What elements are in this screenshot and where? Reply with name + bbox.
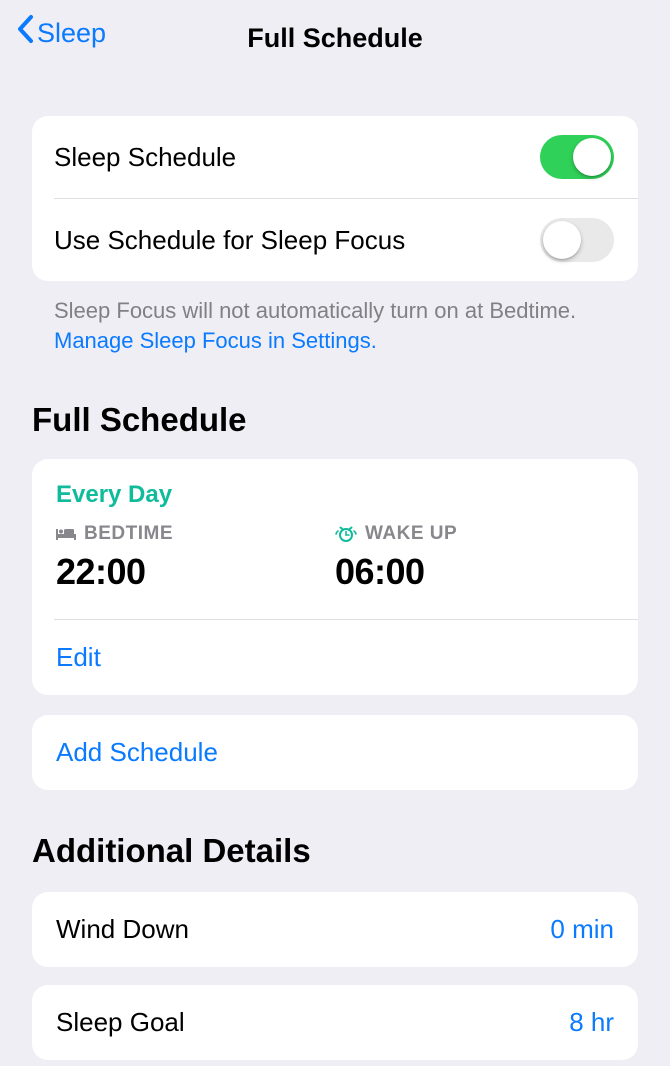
wakeup-header: WAKE UP bbox=[335, 523, 614, 545]
sleep-goal-card: Sleep Goal 8 hr bbox=[32, 985, 638, 1060]
footer-description: Sleep Focus will not automatically turn … bbox=[32, 281, 638, 355]
navigation-bar: Sleep Full Schedule bbox=[0, 0, 670, 62]
schedule-times: BEDTIME 22:00 bbox=[56, 523, 614, 593]
sleep-schedule-label: Sleep Schedule bbox=[54, 142, 236, 173]
schedule-card: Every Day BEDTIME bbox=[32, 459, 638, 695]
bedtime-label: BEDTIME bbox=[84, 523, 173, 545]
back-button[interactable]: Sleep bbox=[16, 16, 106, 50]
wind-down-row[interactable]: Wind Down 0 min bbox=[32, 892, 638, 967]
sleep-goal-value: 8 hr bbox=[569, 1007, 614, 1038]
back-label: Sleep bbox=[37, 18, 106, 49]
wind-down-value: 0 min bbox=[550, 914, 614, 945]
sleep-focus-row: Use Schedule for Sleep Focus bbox=[32, 199, 638, 281]
add-schedule-button[interactable]: Add Schedule bbox=[32, 715, 638, 790]
wakeup-label: WAKE UP bbox=[365, 523, 457, 545]
toggle-knob bbox=[543, 221, 581, 259]
wind-down-label: Wind Down bbox=[56, 914, 189, 945]
bed-icon bbox=[56, 527, 76, 541]
sleep-goal-label: Sleep Goal bbox=[56, 1007, 185, 1038]
settings-card: Sleep Schedule Use Schedule for Sleep Fo… bbox=[32, 116, 638, 281]
sleep-focus-label: Use Schedule for Sleep Focus bbox=[54, 225, 405, 256]
bedtime-value: 22:00 bbox=[56, 551, 335, 593]
wind-down-card: Wind Down 0 min bbox=[32, 892, 638, 967]
full-schedule-header: Full Schedule bbox=[32, 401, 638, 447]
add-schedule-card: Add Schedule bbox=[32, 715, 638, 790]
sleep-goal-row[interactable]: Sleep Goal 8 hr bbox=[32, 985, 638, 1060]
additional-details-header: Additional Details bbox=[32, 832, 638, 878]
footer-text: Sleep Focus will not automatically turn … bbox=[54, 298, 576, 323]
page-title: Full Schedule bbox=[247, 23, 423, 54]
wakeup-value: 06:00 bbox=[335, 551, 614, 593]
schedule-days-label: Every Day bbox=[56, 481, 614, 509]
bedtime-header: BEDTIME bbox=[56, 523, 335, 545]
sleep-schedule-row: Sleep Schedule bbox=[32, 116, 638, 198]
sleep-schedule-toggle[interactable] bbox=[540, 135, 614, 179]
manage-sleep-focus-link[interactable]: Manage Sleep Focus in Settings. bbox=[54, 328, 377, 353]
chevron-left-icon bbox=[16, 14, 34, 50]
schedule-summary[interactable]: Every Day BEDTIME bbox=[32, 459, 638, 619]
sleep-focus-toggle[interactable] bbox=[540, 218, 614, 262]
wakeup-block: WAKE UP 06:00 bbox=[335, 523, 614, 593]
edit-button[interactable]: Edit bbox=[32, 620, 638, 695]
bedtime-block: BEDTIME 22:00 bbox=[56, 523, 335, 593]
alarm-icon bbox=[335, 525, 357, 543]
toggle-knob bbox=[573, 138, 611, 176]
